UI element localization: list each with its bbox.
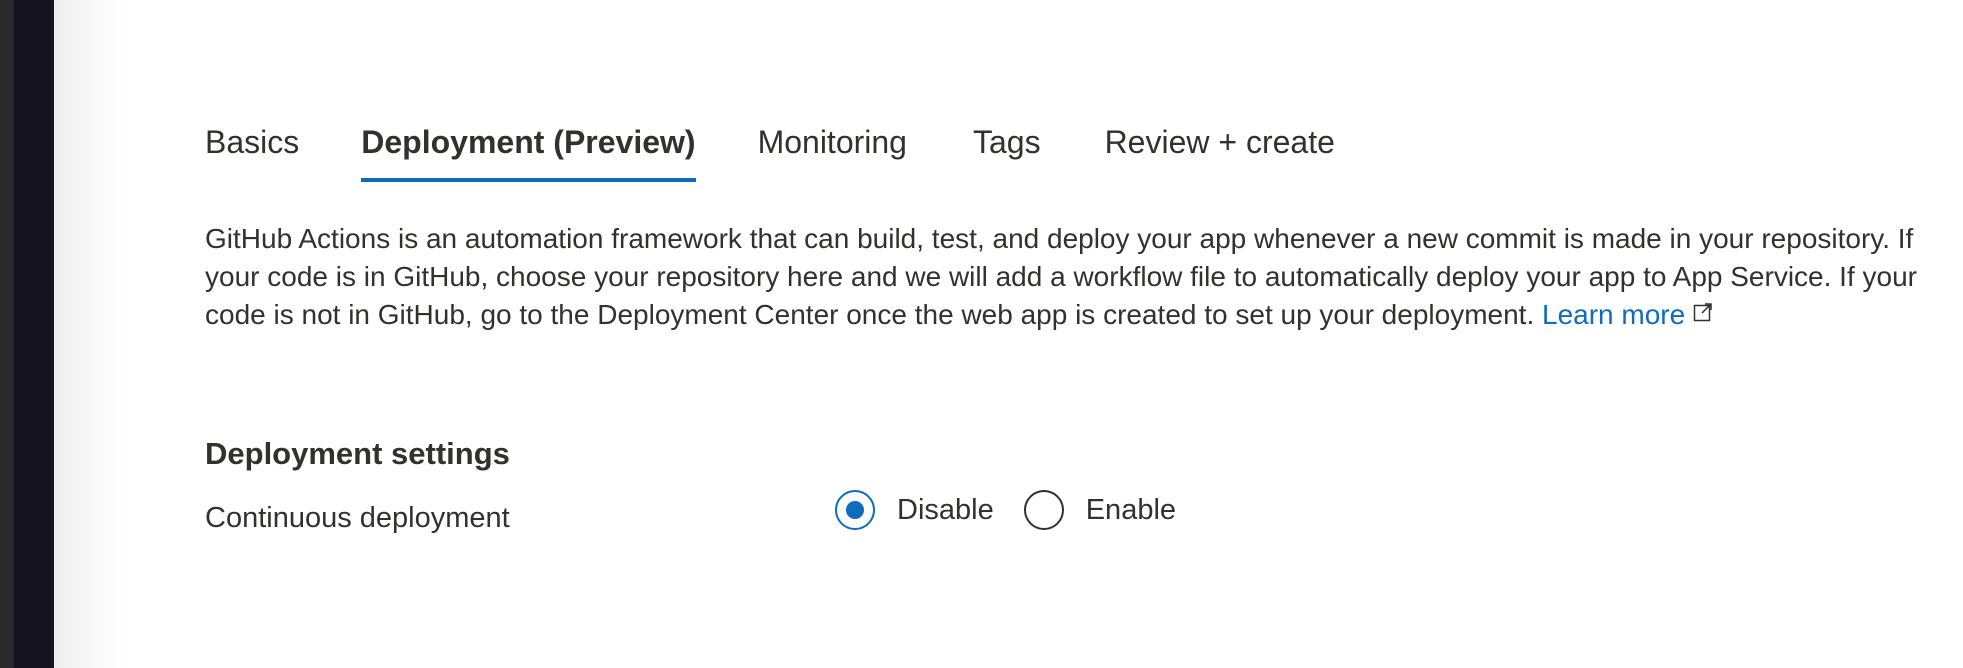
radio-disable-label: Disable [897,494,994,526]
learn-more-link[interactable]: Learn more [1542,299,1713,330]
left-sidebar-rail [14,0,54,668]
radio-option-enable[interactable]: Enable [1023,489,1177,531]
radio-enable-label: Enable [1085,494,1177,526]
create-web-app-panel: Basics Deployment (Preview) Monitoring T… [205,0,1963,668]
radio-option-disable[interactable]: Disable [835,489,994,531]
tab-tags[interactable]: Tags [973,118,1041,176]
tab-review-create[interactable]: Review + create [1105,118,1335,176]
panel-shadow [54,0,134,668]
radio-disable-checked[interactable] [835,490,875,530]
external-link-icon [1693,303,1712,322]
continuous-deployment-radio-group: Disable Enable [835,489,1206,531]
tab-deployment-preview[interactable]: Deployment (Preview) [361,118,696,182]
window-edge [0,0,14,668]
learn-more-label: Learn more [1542,299,1686,330]
tab-monitoring[interactable]: Monitoring [758,118,907,176]
continuous-deployment-label: Continuous deployment [205,502,510,534]
tab-basics[interactable]: Basics [205,118,299,176]
radio-enable-unchecked[interactable] [1023,490,1064,530]
tab-bar: Basics Deployment (Preview) Monitoring T… [205,118,1335,188]
deployment-settings-heading: Deployment settings [205,436,510,471]
github-actions-description: GitHub Actions is an automation framewor… [205,220,1950,334]
